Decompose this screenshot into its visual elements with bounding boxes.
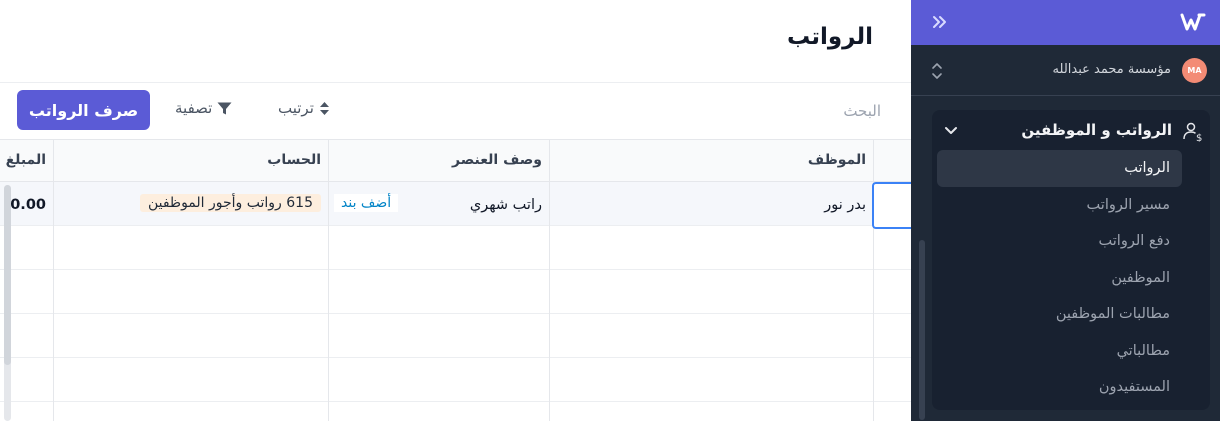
sort-icon xyxy=(319,101,329,115)
main-content: الرواتب ترتيب تصفية صرف الرواتب الموظف و… xyxy=(0,0,911,421)
column-header-item-desc[interactable]: وصف العنصر xyxy=(452,152,542,168)
svg-text:$: $ xyxy=(1196,133,1202,142)
add-item-link[interactable]: أضف بند xyxy=(334,194,399,212)
row-divider xyxy=(0,269,911,270)
selected-cell[interactable] xyxy=(872,182,911,229)
sidebar-item-beneficiaries[interactable]: المستفيدون xyxy=(937,369,1182,406)
sidebar-item-employee-claims[interactable]: مطالبات الموظفين xyxy=(937,296,1182,333)
double-chevron-right-icon[interactable] xyxy=(929,11,951,33)
search-input[interactable] xyxy=(681,95,881,127)
sidebar-item-payroll-payment[interactable]: دفع الرواتب xyxy=(937,223,1182,260)
sort-label: ترتيب xyxy=(278,99,314,117)
table-scrollbar[interactable] xyxy=(4,185,11,365)
user-money-icon: $ xyxy=(1183,122,1202,142)
column-divider xyxy=(328,140,329,421)
column-header-amount[interactable]: المبلغ xyxy=(0,152,46,168)
sidebar-header xyxy=(911,0,1220,45)
row-divider xyxy=(0,357,911,358)
filter-button[interactable]: تصفية xyxy=(175,99,232,117)
org-switcher[interactable]: مؤسسة محمد عبدالله MA xyxy=(911,46,1220,96)
column-divider xyxy=(53,140,54,421)
sidebar: مؤسسة محمد عبدالله MA الرواتب و الموظفين… xyxy=(911,0,1220,421)
avatar: MA xyxy=(1182,58,1207,83)
column-divider xyxy=(549,140,550,421)
account-tag[interactable]: 615 رواتب وأجور الموظفين xyxy=(139,194,321,212)
toolbar: ترتيب تصفية صرف الرواتب xyxy=(0,82,911,140)
filter-icon xyxy=(217,102,232,114)
row-divider xyxy=(0,401,911,402)
nav-group-header[interactable]: الرواتب و الموظفين $ xyxy=(932,116,1210,146)
nav-items: الرواتب مسير الرواتب دفع الرواتب الموظفي… xyxy=(937,150,1182,406)
sidebar-item-my-claims[interactable]: مطالباتي xyxy=(937,333,1182,370)
app-logo-icon xyxy=(1180,13,1206,31)
org-name: مؤسسة محمد عبدالله xyxy=(1052,62,1171,77)
row-divider xyxy=(0,225,911,226)
sidebar-item-payroll-run[interactable]: مسير الرواتب xyxy=(937,187,1182,224)
sort-button[interactable]: ترتيب xyxy=(278,99,330,117)
sidebar-scrollbar[interactable] xyxy=(919,240,925,420)
nav-group-title: الرواتب و الموظفين xyxy=(1021,121,1172,139)
chevron-up-down-icon[interactable] xyxy=(929,60,945,82)
column-header-account[interactable]: الحساب xyxy=(267,152,321,168)
payroll-table: الموظف وصف العنصر الحساب المبلغ بدر نور … xyxy=(0,140,911,421)
table-row[interactable] xyxy=(0,182,874,225)
table-header: الموظف وصف العنصر الحساب المبلغ xyxy=(0,140,911,182)
pay-salaries-button[interactable]: صرف الرواتب xyxy=(17,90,150,130)
sidebar-item-employees[interactable]: الموظفين xyxy=(937,260,1182,297)
column-header-employee[interactable]: الموظف xyxy=(808,152,866,168)
chevron-down-icon[interactable] xyxy=(944,124,958,138)
nav-group-payroll: الرواتب و الموظفين $ الرواتب مسير الروات… xyxy=(932,110,1210,410)
cell-item-desc[interactable]: راتب شهري xyxy=(470,197,542,213)
cell-employee[interactable]: بدر نور xyxy=(824,197,866,213)
row-divider xyxy=(0,313,911,314)
page-title: الرواتب xyxy=(787,24,873,50)
filter-label: تصفية xyxy=(175,99,213,117)
sidebar-item-payroll[interactable]: الرواتب xyxy=(937,150,1182,187)
